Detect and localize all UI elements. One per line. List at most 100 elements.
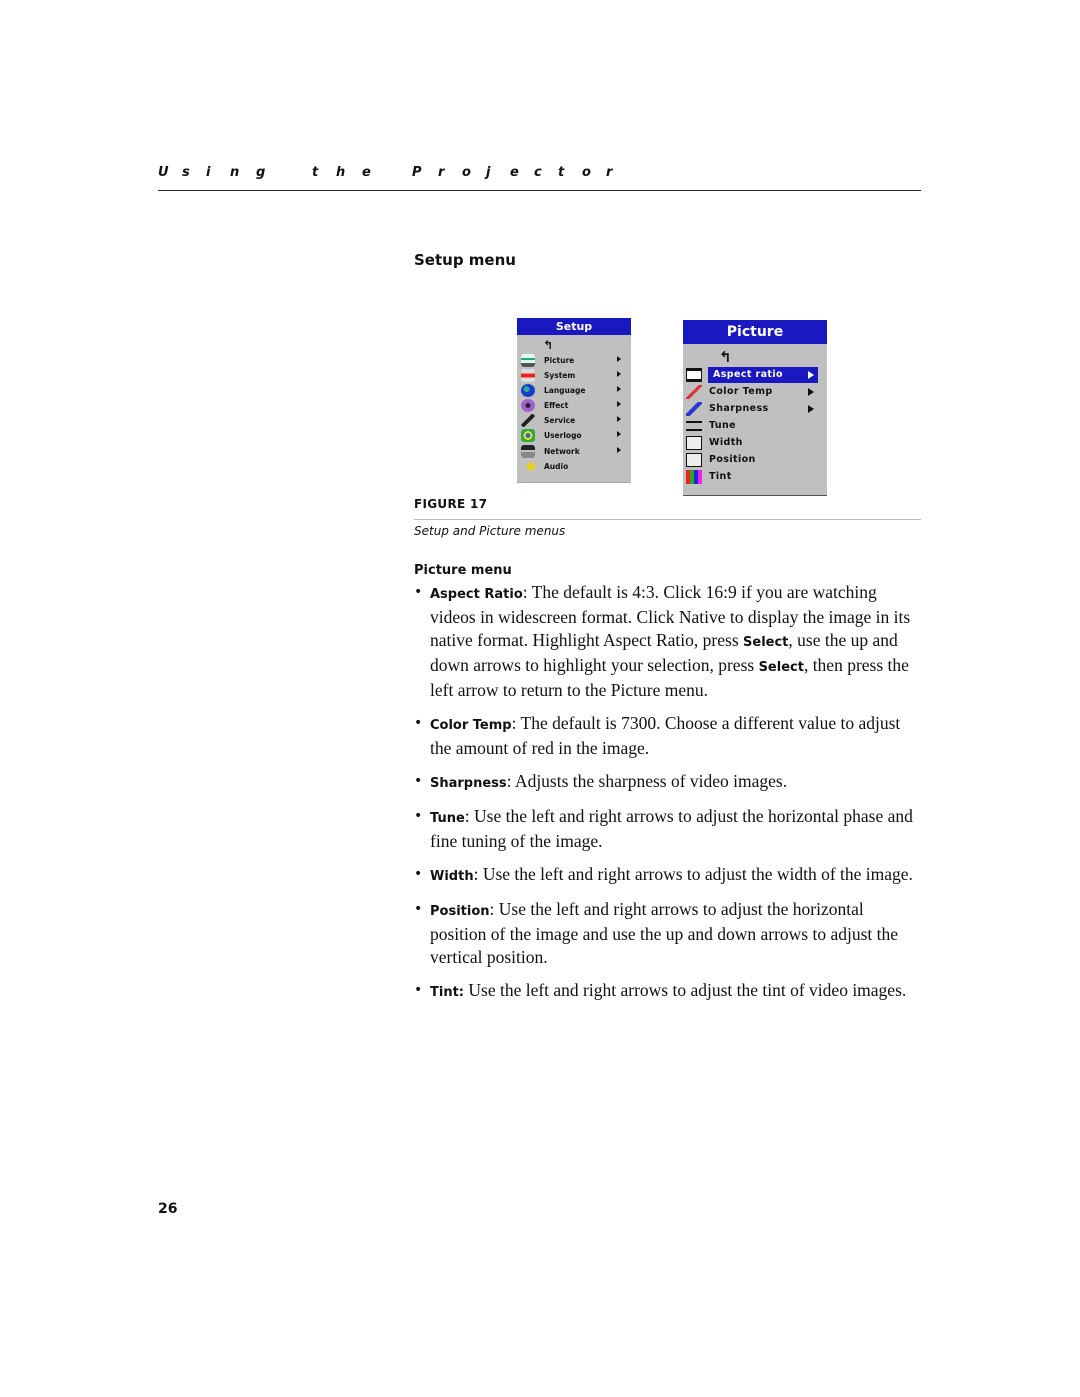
running-head-letter: i <box>206 165 211 180</box>
submenu-arrow-icon <box>617 447 621 453</box>
bullet-item: • Width: Use the left and right arrows to… <box>414 863 924 888</box>
bullet-icon: • <box>414 773 423 789</box>
bullet-icon: • <box>414 866 423 882</box>
bullet-icon: • <box>414 808 423 824</box>
menu-item-label: Tune <box>709 420 737 431</box>
header-rule <box>158 190 921 191</box>
running-head-letter: t <box>312 165 319 180</box>
key-name: Select <box>758 660 804 675</box>
setup-menu-item-audio[interactable]: Audio <box>517 460 631 474</box>
bullet-item: • Tint: Use the left and right arrows to … <box>414 979 924 1004</box>
running-head-letter: g <box>256 165 266 180</box>
figure-rule <box>414 519 921 520</box>
running-head-letter: s <box>182 165 190 180</box>
bullet-item: • Sharpness: Adjusts the sharpness of vid… <box>414 770 924 795</box>
picture-menu-item-position[interactable]: Position <box>683 452 827 468</box>
setup-menu-item-network[interactable]: Network <box>517 445 631 459</box>
wrench-icon <box>521 414 535 427</box>
setup-menu-item-userlogo[interactable]: Userlogo <box>517 429 631 443</box>
bullet-text: : Use the left and right arrows to adjus… <box>430 899 899 967</box>
section-title: Setup menu <box>414 251 516 269</box>
menu-item-label: Service <box>544 416 576 425</box>
picture-menu-item-width[interactable]: Width <box>683 435 827 451</box>
running-head: UsingtheProjector <box>158 165 921 183</box>
running-head-letter: r <box>606 165 613 180</box>
picture-menu-item-color-temp[interactable]: Color Temp <box>683 384 827 400</box>
submenu-arrow-icon <box>617 371 621 377</box>
running-head-letter: c <box>534 165 542 180</box>
globe-icon <box>521 384 535 397</box>
submenu-arrow-icon <box>617 386 621 392</box>
setup-menu-item-system[interactable]: System <box>517 369 631 383</box>
submenu-arrow-icon <box>808 405 814 413</box>
running-head-letter: r <box>438 165 445 180</box>
bullet-text: : Use the left and right arrows to adjus… <box>473 864 913 884</box>
running-head-letter: o <box>462 165 471 180</box>
effect-icon <box>521 399 535 412</box>
bullet-term: Aspect Ratio <box>430 587 523 602</box>
bullet-text: Use the left and right arrows to adjust … <box>464 980 907 1000</box>
submenu-arrow-icon <box>617 356 621 362</box>
bullet-item: • Position: Use the left and right arrows… <box>414 898 924 969</box>
bullet-item: • Tune: Use the left and right arrows to … <box>414 805 924 853</box>
bullet-term: Tune <box>430 811 465 826</box>
menu-item-label: Language <box>544 386 586 395</box>
setup-menu-item-service[interactable]: Service <box>517 414 631 428</box>
subsection-title: Picture menu <box>414 563 512 578</box>
running-head-letter: n <box>230 165 240 180</box>
running-head-letter: U <box>158 165 169 180</box>
running-head-letter: h <box>336 165 346 180</box>
running-head-letter: e <box>362 165 371 180</box>
menu-item-label: Color Temp <box>709 386 773 397</box>
picture-menu-item-tint[interactable]: Tint <box>683 469 827 485</box>
bullet-item: • Aspect Ratio: The default is 4:3. Click… <box>414 581 924 702</box>
running-head-letter: t <box>558 165 565 180</box>
figure-caption: Setup and Picture menus <box>414 524 566 538</box>
picture-menu-bullets: • Aspect Ratio: The default is 4:3. Click… <box>414 581 924 1014</box>
picture-menu-item-sharpness[interactable]: Sharpness <box>683 401 827 417</box>
setup-menu-item-effect[interactable]: Effect <box>517 399 631 413</box>
figure-label: FIGURE 17 <box>414 497 488 511</box>
bullet-term: Tint: <box>430 985 464 1000</box>
tune-icon <box>686 421 702 431</box>
bullet-icon: • <box>414 901 423 917</box>
width-icon <box>686 436 702 450</box>
picture-menu-item-tune[interactable]: Tune <box>683 418 827 434</box>
back-arrow-icon: ↰ <box>543 338 554 352</box>
key-name: Select <box>743 635 789 650</box>
submenu-arrow-icon <box>617 431 621 437</box>
picture-menu-item-aspect-ratio[interactable]: Aspect ratio <box>683 367 827 383</box>
bullet-icon: • <box>414 982 423 998</box>
menu-item-label: Width <box>709 437 743 448</box>
menu-item-label: Effect <box>544 401 569 410</box>
submenu-arrow-icon <box>808 371 814 379</box>
running-head-letter: o <box>582 165 591 180</box>
sharpness-icon <box>686 402 702 416</box>
setup-menu-screenshot: Setup ↰ Picture System Language Effect Servi… <box>517 318 631 483</box>
menu-item-label: System <box>544 371 576 380</box>
menu-item-label: Audio <box>544 462 569 471</box>
submenu-arrow-icon <box>617 416 621 422</box>
bullet-text: : Adjusts the sharpness of video images. <box>506 771 788 791</box>
setup-menu-item-picture[interactable]: Picture <box>517 354 631 368</box>
bullet-term: Sharpness <box>430 776 507 791</box>
picture-menu-screenshot: Picture ↰ Aspect ratio Color Temp Sharpnes… <box>683 320 827 496</box>
userlogo-icon <box>521 429 535 442</box>
bullet-term: Width <box>430 869 474 884</box>
running-head-letter: P <box>412 165 422 180</box>
page-number: 26 <box>158 1201 178 1217</box>
network-icon <box>521 445 535 458</box>
menu-item-label: Aspect ratio <box>713 369 783 380</box>
running-head-letter: e <box>510 165 519 180</box>
submenu-arrow-icon <box>617 401 621 407</box>
picture-menu-title: Picture <box>683 320 827 344</box>
setup-menu-title: Setup <box>517 318 631 335</box>
menu-item-label: Sharpness <box>709 403 769 414</box>
bullet-item: • Color Temp: The default is 7300. Choose… <box>414 712 924 760</box>
menu-item-label: Userlogo <box>544 431 582 440</box>
bullet-icon: • <box>414 715 423 731</box>
bullet-text: : Use the left and right arrows to adjus… <box>430 806 913 851</box>
menu-item-label: Tint <box>709 471 732 482</box>
setup-menu-item-language[interactable]: Language <box>517 384 631 398</box>
menu-item-label: Position <box>709 454 756 465</box>
